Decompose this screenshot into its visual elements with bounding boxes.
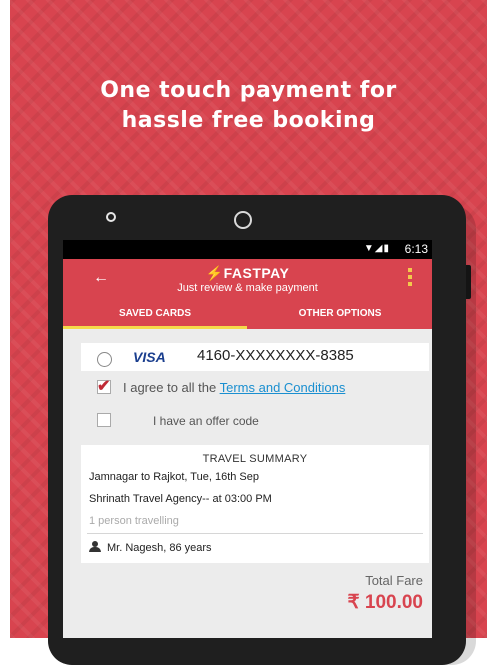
wifi-icon: ▼	[363, 243, 375, 254]
status-time: 6:13	[404, 242, 428, 256]
tab-bar: SAVED CARDS OTHER OPTIONS	[63, 301, 432, 329]
tab-other-options[interactable]: OTHER OPTIONS	[248, 301, 432, 329]
battery-icon: ▮	[383, 243, 390, 254]
terms-link[interactable]: Terms and Conditions	[220, 380, 346, 395]
summary-travellers: 1 person travelling	[89, 515, 179, 527]
summary-title: TRAVEL SUMMARY	[202, 453, 308, 465]
active-tab-indicator	[63, 326, 247, 329]
phone-side-button	[466, 265, 471, 299]
phone-speaker-icon	[106, 212, 116, 222]
tab-saved-cards[interactable]: SAVED CARDS	[63, 301, 247, 329]
card-radio-button[interactable]	[97, 352, 112, 367]
terms-prefix: I agree to all the	[123, 380, 220, 395]
summary-passenger: Mr. Nagesh, 86 years	[107, 542, 212, 554]
app-bar: ← ⚡FASTPAY Just review & make payment	[63, 259, 432, 301]
summary-divider	[87, 533, 423, 534]
total-fare-label: Total Fare	[365, 573, 423, 588]
phone-screen: ▼◢▮ 6:13 ← ⚡FASTPAY Just review & make p…	[63, 240, 432, 638]
total-fare-value: ₹ 100.00	[347, 592, 423, 613]
promo-headline-line1: One touch payment for	[100, 78, 397, 103]
promo-headline: One touch payment for hassle free bookin…	[10, 76, 487, 136]
offer-checkbox[interactable]	[97, 413, 111, 427]
fare-box: Total Fare ₹ 100.00	[81, 563, 429, 638]
status-icons: ▼◢▮	[364, 243, 390, 254]
app-title: ⚡FASTPAY	[205, 265, 290, 281]
terms-text: I agree to all the Terms and Conditions	[123, 380, 345, 395]
person-icon	[89, 541, 101, 553]
status-bar: ▼◢▮ 6:13	[63, 240, 432, 259]
overflow-menu-icon[interactable]	[408, 268, 412, 289]
visa-logo: VISA	[133, 349, 166, 365]
card-number: 4160-XXXXXXXX-8385	[197, 347, 354, 364]
phone-camera-icon	[234, 211, 252, 229]
saved-card-row[interactable]: VISA 4160-XXXXXXXX-8385	[81, 343, 429, 371]
app-subtitle: Just review & make payment	[177, 282, 318, 294]
checkmark-icon: ✔	[97, 378, 111, 395]
summary-route: Jamnagar to Rajkot, Tue, 16th Sep	[89, 471, 259, 483]
offer-label: I have an offer code	[153, 414, 259, 428]
summary-agency: Shrinath Travel Agency-- at 03:00 PM	[89, 493, 272, 505]
promo-headline-line2: hassle free booking	[121, 108, 376, 133]
